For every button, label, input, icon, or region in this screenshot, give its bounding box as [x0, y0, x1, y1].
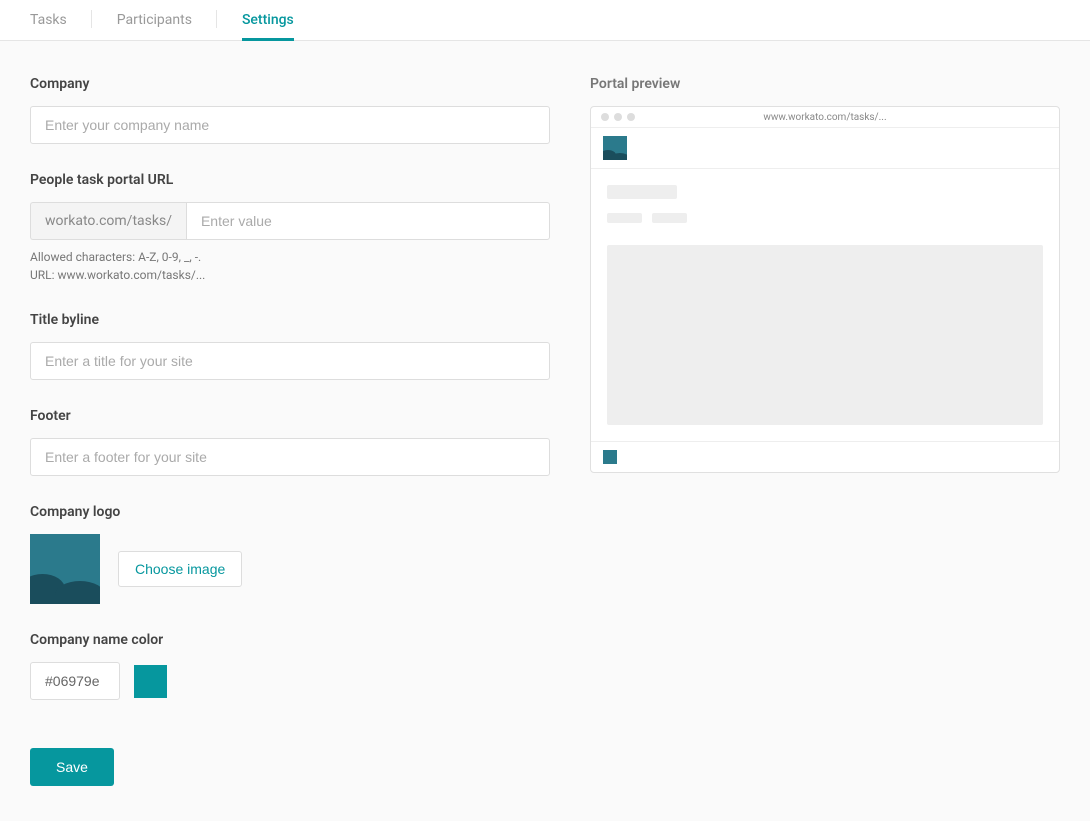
company-label: Company: [30, 76, 550, 92]
field-company: Company: [30, 76, 550, 144]
content-area: Company People task portal URL workato.c…: [0, 41, 1090, 821]
browser-dot-icon: [601, 113, 609, 121]
preview-footer: [591, 441, 1059, 472]
company-input[interactable]: [30, 106, 550, 144]
color-row: [30, 662, 550, 700]
preview-footer-logo-icon: [603, 450, 617, 464]
color-swatch[interactable]: [134, 665, 167, 698]
preview-logo-icon: [603, 136, 627, 160]
preview-browser-bar: www.workato.com/tasks/...: [591, 107, 1059, 128]
choose-image-button[interactable]: Choose image: [118, 551, 242, 587]
preview-url: www.workato.com/tasks/...: [591, 112, 1059, 123]
company-logo-label: Company logo: [30, 504, 550, 520]
browser-dot-icon: [614, 113, 622, 121]
portal-url-label: People task portal URL: [30, 172, 550, 188]
skeleton-block: [607, 245, 1043, 425]
preview-header: [591, 128, 1059, 169]
skeleton-sub: [652, 213, 687, 223]
title-byline-label: Title byline: [30, 312, 550, 328]
preview-frame: www.workato.com/tasks/...: [590, 106, 1060, 473]
field-footer: Footer: [30, 408, 550, 476]
settings-form: Company People task portal URL workato.c…: [30, 76, 550, 786]
field-company-color: Company name color: [30, 632, 550, 700]
tab-tasks[interactable]: Tasks: [30, 0, 67, 40]
portal-url-prefix: workato.com/tasks/: [30, 202, 186, 240]
save-button[interactable]: Save: [30, 748, 114, 786]
skeleton-sub: [607, 213, 642, 223]
logo-row: Choose image: [30, 534, 550, 604]
field-title-byline: Title byline: [30, 312, 550, 380]
company-logo-image: [30, 534, 100, 604]
tab-settings[interactable]: Settings: [242, 0, 294, 40]
company-color-label: Company name color: [30, 632, 550, 648]
field-company-logo: Company logo Choose image: [30, 504, 550, 604]
company-color-input[interactable]: [30, 662, 120, 700]
portal-url-group: workato.com/tasks/: [30, 202, 550, 240]
preview-body: [591, 169, 1059, 441]
preview-column: Portal preview www.workato.com/tasks/...: [590, 76, 1060, 786]
tabs-bar: Tasks Participants Settings: [0, 0, 1090, 41]
browser-dot-icon: [627, 113, 635, 121]
tab-participants[interactable]: Participants: [117, 0, 192, 40]
preview-label: Portal preview: [590, 76, 1060, 92]
footer-input[interactable]: [30, 438, 550, 476]
browser-dots: [601, 113, 635, 121]
footer-label: Footer: [30, 408, 550, 424]
skeleton-sub-row: [607, 213, 1043, 223]
title-byline-input[interactable]: [30, 342, 550, 380]
field-portal-url: People task portal URL workato.com/tasks…: [30, 172, 550, 284]
portal-url-help-line2: URL: www.workato.com/tasks/...: [30, 266, 550, 284]
portal-url-input[interactable]: [186, 202, 550, 240]
skeleton-title: [607, 185, 677, 199]
portal-url-help: Allowed characters: A-Z, 0-9, _, -. URL:…: [30, 248, 550, 284]
portal-url-help-line1: Allowed characters: A-Z, 0-9, _, -.: [30, 248, 550, 266]
